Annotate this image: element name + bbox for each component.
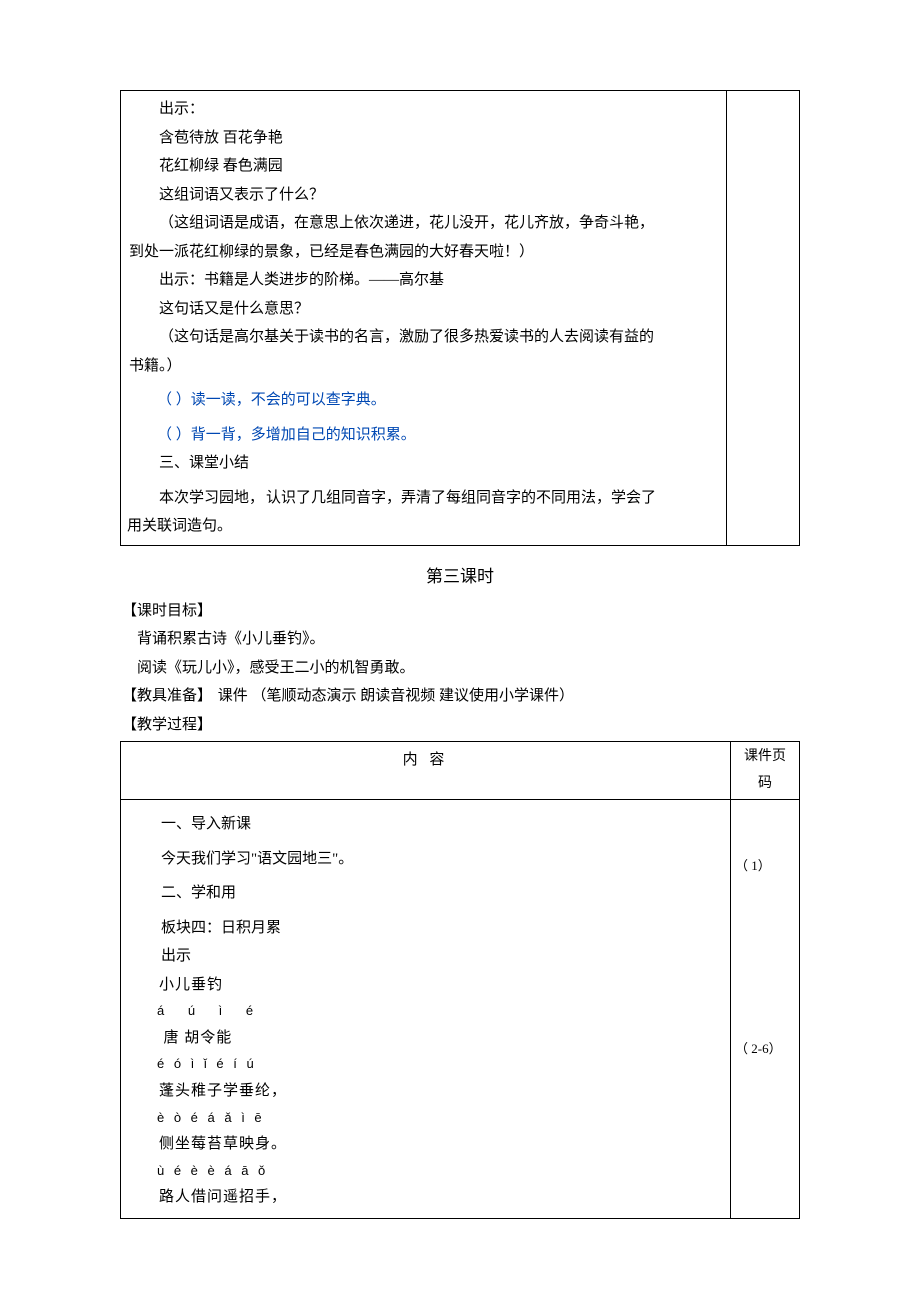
poem-line3: 路人借问遥招手， — [129, 1183, 722, 1212]
poem-py3: ù é è è á ā ǒ — [129, 1159, 722, 1184]
p1-line1: 出示： — [127, 95, 720, 124]
part3-main-cell: 一、导入新课 今天我们学习"语文园地三"。 二、学和用 板块四：日积月累 出示 … — [121, 800, 731, 1219]
col-page-header: 课件页 码 — [731, 742, 800, 800]
s2-sub: 板块四：日积月累 — [129, 914, 722, 943]
slide-ref-2: （ 2-6） — [735, 1037, 795, 1062]
section3-meta: 【课时目标】 背诵积累古诗《小儿垂钓》。 阅读《玩儿小》，感受王二小的机智勇敢。… — [120, 597, 800, 740]
poem-py2: è ò é á ǎ ì ē — [129, 1106, 722, 1131]
p1-line2: 含苞待放 百花争艳 — [127, 124, 720, 153]
part1-main-cell: 出示： 含苞待放 百花争艳 花红柳绿 春色满园 这组词语又表示了什么？ （这组词… — [121, 91, 727, 546]
poem-author: 唐 胡令能 — [129, 1024, 722, 1053]
s2-heading: 二、学和用 — [129, 879, 722, 908]
p1-line8b: 书籍。） — [127, 352, 720, 381]
p1-line10c: 用关联词造句。 — [127, 512, 720, 541]
show-label: 出示 — [129, 942, 722, 971]
p1-line7: 这句话又是什么意思？ — [127, 295, 720, 324]
part1-side-cell — [727, 91, 800, 546]
slide-ref-1: （ 1） — [735, 854, 795, 879]
poem-line1: 蓬头稚子学垂纶， — [129, 1077, 722, 1106]
prep-text: 课件 （笔顺动态演示 朗读音视频 建议使用小学课件） — [214, 688, 574, 704]
p1-line8: （这句话是高尔基关于读书的名言，激励了很多热爱读书的人去阅读有益的 — [127, 323, 720, 352]
poem-title-pinyin: á ú ì é — [129, 999, 722, 1024]
goal-1: 背诵积累古诗《小儿垂钓》。 — [135, 631, 327, 647]
p1-blue2: （ ）背一背，多增加自己的知识积累。 — [127, 421, 720, 450]
poem-py1: é ó ì ǐ é í ú — [129, 1052, 722, 1077]
goal-heading: 【课时目标】 — [120, 603, 214, 619]
p1-line9: 三、课堂小结 — [127, 449, 720, 478]
lesson-part3-table: 内 容 课件页 码 一、导入新课 今天我们学习"语文园地三"。 二、学和用 板块… — [120, 741, 800, 1219]
col-content-header: 内 容 — [121, 742, 731, 800]
p1-line3: 花红柳绿 春色满园 — [127, 152, 720, 181]
section3-title: 第三课时 — [120, 562, 800, 587]
poem-title: 小儿垂钓 — [129, 971, 722, 1000]
p1-line6: 出示：书籍是人类进步的阶梯。——高尔基 — [127, 266, 720, 295]
p1-line5: （这组词语是成语，在意思上依次递进，花儿没开，花儿齐放，争奇斗艳， — [127, 209, 720, 238]
proc-heading: 【教学过程】 — [120, 717, 214, 733]
p1-line5b: 到处一派花红柳绿的景象，已经是春色满园的大好春天啦！） — [127, 238, 720, 267]
goal-2: 阅读《玩儿小》，感受王二小的机智勇敢。 — [135, 660, 417, 676]
lesson-part1-table: 出示： 含苞待放 百花争艳 花红柳绿 春色满园 这组词语又表示了什么？ （这组词… — [120, 90, 800, 546]
intro-text: 今天我们学习"语文园地三"。 — [129, 845, 722, 874]
poem-line2: 侧坐莓苔草映身。 — [129, 1130, 722, 1159]
p1-line10: 本次学习园地，认识了几组同音字，弄清了每组同音字的不同用法，学会了 — [127, 484, 720, 513]
p1-blue1: （ ）读一读，不会的可以查字典。 — [127, 386, 720, 415]
p1-line4: 这组词语又表示了什么？ — [127, 181, 720, 210]
part3-side-cell: （ 1） （ 2-6） — [731, 800, 800, 1219]
intro-heading: 一、导入新课 — [129, 810, 722, 839]
prep-heading: 【教具准备】 — [120, 688, 214, 704]
